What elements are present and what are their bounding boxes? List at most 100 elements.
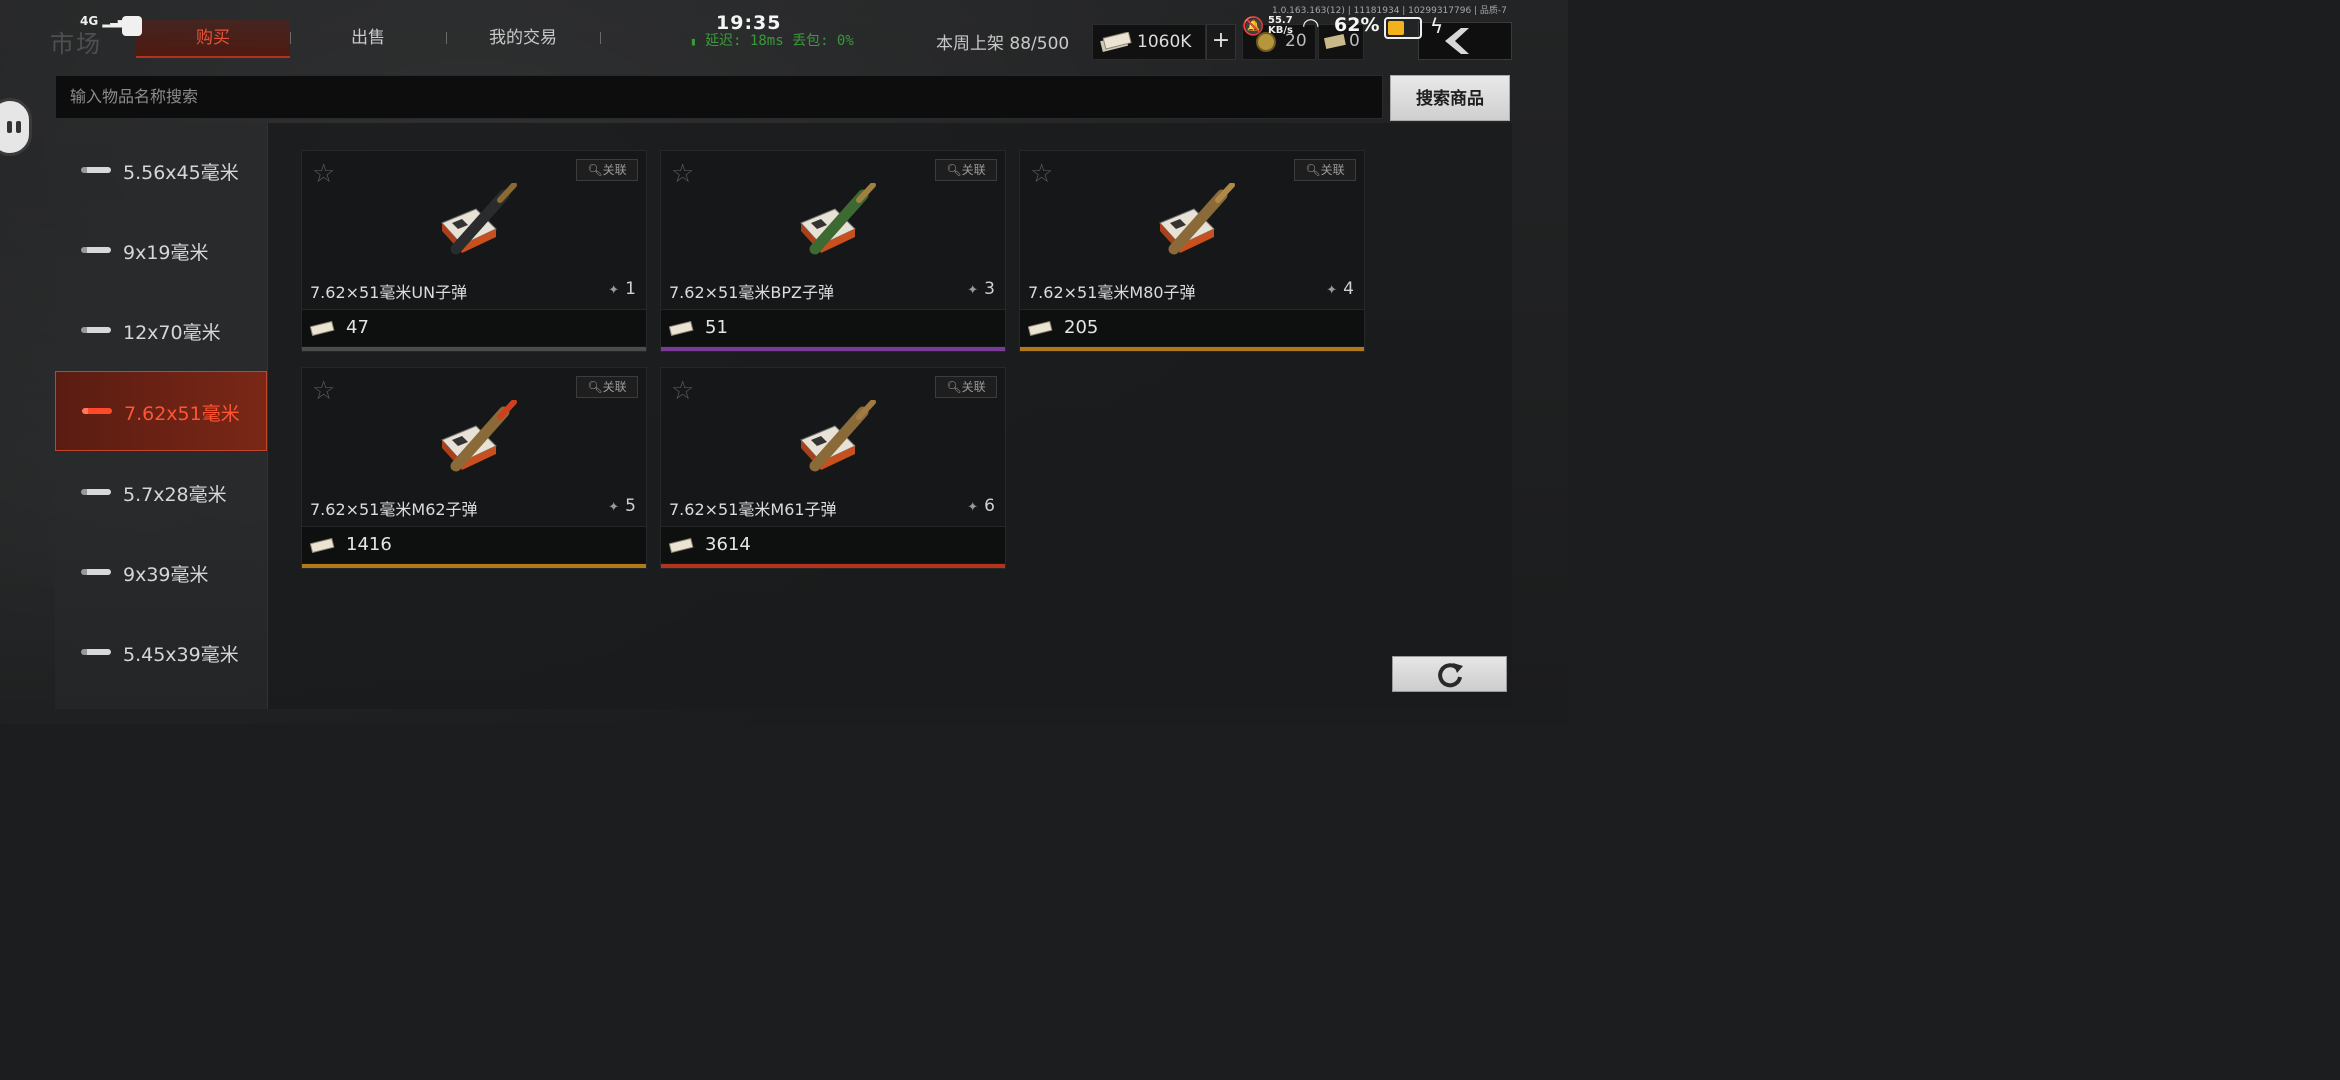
item-stock: ✦ 4 [1326, 279, 1354, 299]
item-name: 7.62×51毫米M61子弹 [669, 500, 837, 519]
related-button[interactable]: 🔍︎关联 [576, 159, 638, 181]
seller-icon: ✦ [608, 283, 620, 298]
rarity-bar [302, 564, 646, 568]
category-item[interactable]: 12x70毫米 [55, 291, 267, 369]
bullet-icon [81, 327, 111, 333]
ammo-box-icon [1159, 183, 1235, 255]
battery-fill [1388, 21, 1404, 35]
back-arrow-icon [1445, 28, 1469, 54]
currency-balance: 1060K [1092, 24, 1206, 60]
price-row: 51 [661, 309, 1005, 346]
category-item[interactable]: 9x19毫米 [55, 211, 267, 289]
seller-icon: ✦ [1326, 283, 1338, 298]
item-stock: ✦ 3 [967, 279, 995, 299]
item-name: 7.62×51毫米M62子弹 [310, 500, 478, 519]
magnifier-icon: 🔍︎ [587, 163, 603, 177]
cash-icon [310, 320, 335, 336]
tab-divider [446, 32, 447, 44]
price-row: 1416 [302, 526, 646, 563]
add-money-button[interactable]: + [1206, 24, 1236, 60]
item-price: 3614 [705, 534, 751, 555]
tab-buy[interactable]: 购买 [136, 20, 290, 58]
battery-percent: 62% [1334, 14, 1380, 36]
network-status: 4G ▂▃▅ [80, 14, 125, 28]
ammo-box-icon [441, 400, 517, 472]
search-input[interactable]: 输入物品名称搜索 [55, 75, 1383, 119]
price-row: 47 [302, 309, 646, 346]
search-button[interactable]: 搜索商品 [1390, 75, 1510, 121]
ammo-box-icon [800, 183, 876, 255]
cash-icon [310, 537, 335, 553]
item-card[interactable]: ☆ 🔍︎关联 7.62×51毫米M62子弹 ✦ 5 1416 [301, 367, 647, 569]
tab-my-trades[interactable]: 我的交易 [452, 20, 594, 56]
charging-icon: ϟ [1430, 14, 1444, 38]
cash-icon [669, 320, 694, 336]
rarity-bar [1020, 347, 1364, 351]
handle-dot [7, 121, 12, 133]
category-label: 5.7x28毫米 [123, 484, 227, 506]
bullet-icon [81, 247, 111, 253]
item-price: 1416 [346, 534, 392, 555]
tab-divider [290, 32, 291, 44]
bullet-icon [81, 167, 111, 173]
item-card[interactable]: ☆ 🔍︎关联 7.62×51毫米M80子弹 ✦ 4 205 [1019, 150, 1365, 352]
category-item[interactable]: 9x39毫米 [55, 533, 267, 611]
item-stock: ✦ 6 [967, 496, 995, 516]
category-item[interactable]: 5.45x39毫米 [55, 613, 267, 691]
battery-icon [1384, 17, 1422, 39]
related-button[interactable]: 🔍︎关联 [576, 376, 638, 398]
mute-icon: 🔕 [1242, 16, 1265, 37]
rarity-bar [661, 564, 1005, 568]
seller-icon: ✦ [967, 500, 979, 515]
item-stock: ✦ 5 [608, 496, 636, 516]
refresh-icon [1438, 663, 1463, 688]
clock: 19:35 [716, 12, 782, 34]
item-stock: ✦ 1 [608, 279, 636, 299]
bullet-icon [81, 569, 111, 575]
item-name: 7.62×51毫米BPZ子弹 [669, 283, 834, 302]
item-price: 51 [705, 317, 728, 338]
bullet-icon [81, 649, 111, 655]
money-value: 1060K [1137, 32, 1192, 52]
item-price: 47 [346, 317, 369, 338]
related-button[interactable]: 🔍︎关联 [1294, 159, 1356, 181]
category-label: 5.56x45毫米 [123, 162, 239, 184]
item-card[interactable]: ☆ 🔍︎关联 7.62×51毫米UN子弹 ✦ 1 47 [301, 150, 647, 352]
ammo-box-icon [800, 400, 876, 472]
market-title: 市场 [50, 30, 102, 58]
related-button[interactable]: 🔍︎关联 [935, 376, 997, 398]
cash-icon [669, 537, 694, 553]
magnifier-icon: 🔍︎ [946, 380, 962, 394]
rarity-bar [661, 347, 1005, 351]
seller-icon: ✦ [608, 500, 620, 515]
network-speed: 55.7 KB/s [1268, 15, 1293, 36]
category-label: 7.62x51毫米 [124, 403, 240, 425]
version-info: 1.0.163.163(12) | 11181934 | 10299317796… [1272, 6, 1507, 16]
favorite-star-icon[interactable]: ☆ [1030, 161, 1053, 187]
price-row: 3614 [661, 526, 1005, 563]
category-item[interactable]: 5.7x28毫米 [55, 453, 267, 531]
related-button[interactable]: 🔍︎关联 [935, 159, 997, 181]
favorite-star-icon[interactable]: ☆ [312, 378, 335, 404]
item-name: 7.62×51毫米M80子弹 [1028, 283, 1196, 302]
item-card[interactable]: ☆ 🔍︎关联 7.62×51毫米M61子弹 ✦ 6 3614 [660, 367, 1006, 569]
category-label: 12x70毫米 [123, 322, 221, 344]
tab-sell[interactable]: 出售 [296, 20, 440, 56]
favorite-star-icon[interactable]: ☆ [312, 161, 335, 187]
category-label: 9x19毫米 [123, 242, 209, 264]
item-price: 205 [1064, 317, 1099, 338]
signal-bars-icon: ▮ [690, 35, 697, 48]
item-grid-panel: ☆ 🔍︎关联 7.62×51毫米UN子弹 ✦ 1 47 ☆ 🔍︎关联 7.62×5… [268, 123, 1512, 709]
wifi-icon: ◠ [1302, 13, 1320, 37]
favorite-star-icon[interactable]: ☆ [671, 378, 694, 404]
bullet-icon [82, 408, 112, 414]
category-item[interactable]: 5.56x45毫米 [55, 131, 267, 209]
refresh-button[interactable] [1392, 656, 1507, 692]
favorite-star-icon[interactable]: ☆ [671, 161, 694, 187]
price-row: 205 [1020, 309, 1364, 346]
floating-assistant-handle[interactable] [0, 98, 32, 156]
magnifier-icon: 🔍︎ [1305, 163, 1321, 177]
category-item-selected[interactable]: 7.62x51毫米 [55, 371, 267, 451]
category-label: 9x39毫米 [123, 564, 209, 586]
item-card[interactable]: ☆ 🔍︎关联 7.62×51毫米BPZ子弹 ✦ 3 51 [660, 150, 1006, 352]
